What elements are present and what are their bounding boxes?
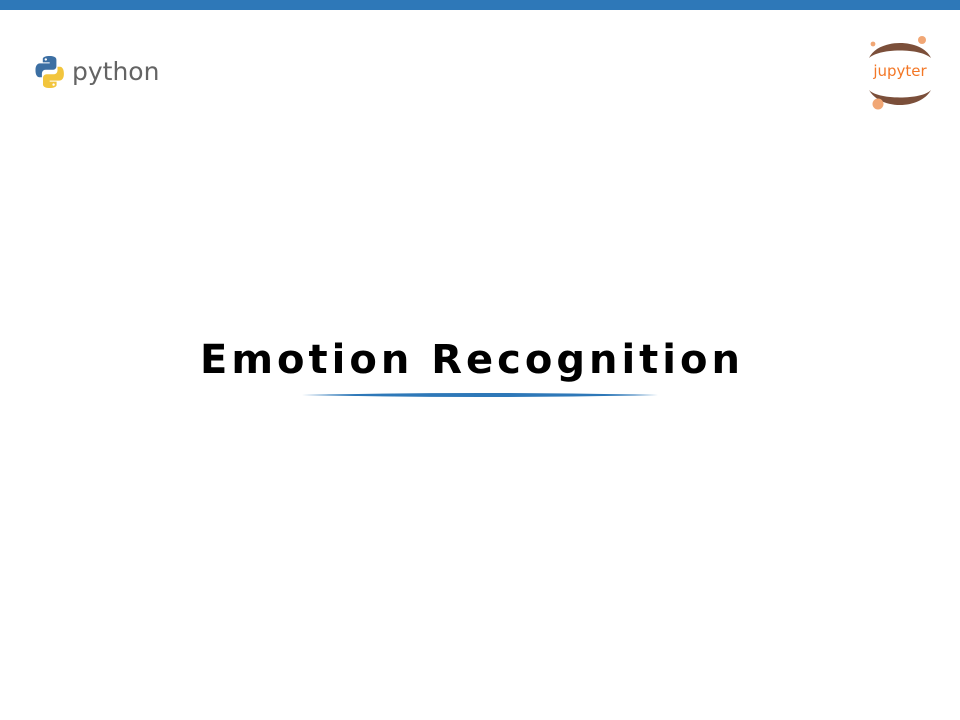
svg-text:jupyter: jupyter xyxy=(872,62,927,80)
top-accent-bar xyxy=(0,0,960,10)
slide-title: Emotion Recognition xyxy=(200,337,744,383)
python-wordmark: python xyxy=(72,57,160,86)
python-icon xyxy=(35,56,64,88)
python-logo: python xyxy=(32,54,159,90)
title-underline xyxy=(302,392,658,398)
jupyter-icon: jupyter xyxy=(869,36,931,110)
jupyter-logo: jupyter xyxy=(862,34,938,112)
